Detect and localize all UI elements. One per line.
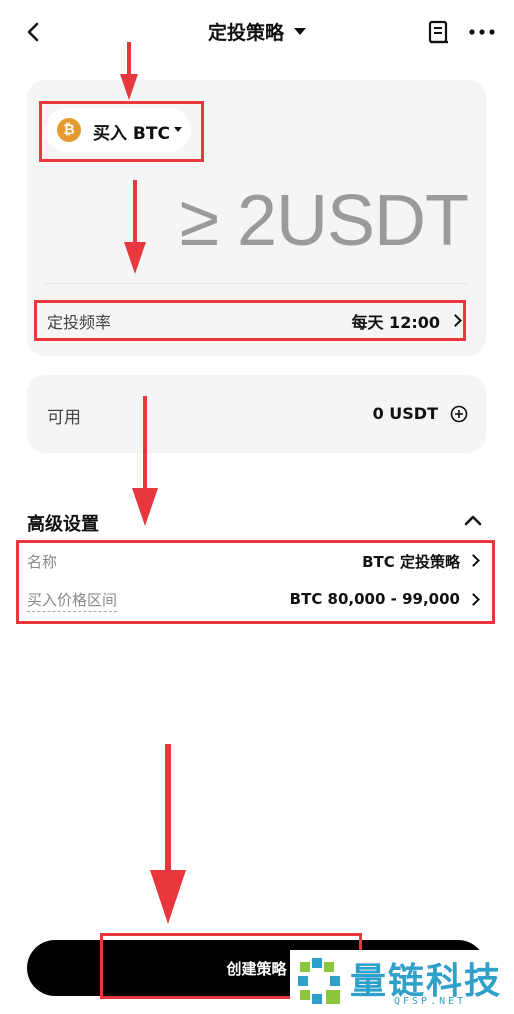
chevron-up-icon[interactable] (463, 512, 483, 528)
watermark-logo-icon (298, 958, 340, 1004)
caret-down-icon (294, 28, 306, 35)
divider (45, 283, 468, 284)
plus-circle-icon[interactable] (450, 405, 468, 423)
annotation-arrow (150, 744, 186, 924)
available-value: 0 USDT (372, 404, 438, 423)
annotation-arrow (124, 180, 146, 274)
annotation-arrow (120, 42, 138, 100)
header: 定投策略 (0, 0, 514, 64)
watermark: 量链科技 QFSP.NET (290, 950, 514, 1012)
balance-card: 可用 0 USDT (27, 375, 486, 453)
highlight-box-coin (39, 101, 204, 162)
watermark-domain: QFSP.NET (394, 996, 467, 1007)
amount-input[interactable]: ≥ 2USDT (179, 180, 469, 262)
highlight-box-frequency (34, 300, 466, 341)
more-icon[interactable] (468, 22, 496, 42)
page-title: 定投策略 (207, 22, 284, 44)
annotation-arrow (132, 396, 158, 526)
highlight-box-advanced (16, 540, 495, 624)
document-icon[interactable] (428, 20, 450, 44)
available-label: 可用 (47, 408, 81, 428)
advanced-settings-title: 高级设置 (27, 514, 99, 535)
